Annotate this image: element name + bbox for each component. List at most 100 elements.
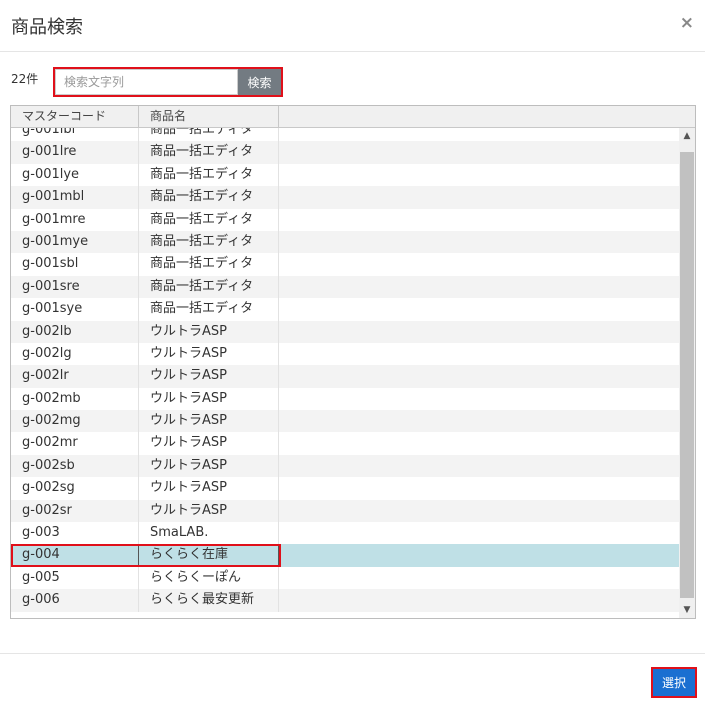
select-button[interactable]: 選択 — [653, 669, 695, 696]
column-header-empty — [279, 106, 695, 128]
cell-empty — [279, 231, 679, 253]
vertical-scrollbar[interactable]: ▲ ▼ — [679, 128, 695, 618]
cell-product-name: ウルトラASP — [139, 342, 279, 366]
search-button[interactable]: 検索 — [238, 69, 281, 95]
cell-master-code: g-002mg — [11, 410, 139, 433]
cell-empty — [279, 128, 679, 141]
table-row[interactable]: g-001lbl 商品一括エディタ — [11, 128, 679, 142]
table-row[interactable]: g-005 らくらくーぽん — [11, 566, 679, 590]
cell-empty — [279, 276, 679, 298]
table-row[interactable]: g-003 SmaLAB. — [11, 522, 679, 545]
table-row[interactable]: g-001sre 商品一括エディタ — [11, 275, 679, 299]
cell-empty — [279, 455, 679, 477]
cell-empty — [279, 500, 679, 522]
cell-empty — [279, 522, 679, 544]
cell-product-name: ウルトラASP — [139, 477, 279, 500]
cell-master-code: g-004 — [11, 544, 139, 567]
table-row[interactable]: g-001lye 商品一括エディタ — [11, 163, 679, 187]
cell-master-code: g-001sbl — [11, 253, 139, 276]
cell-empty — [279, 164, 679, 186]
scroll-thumb[interactable] — [680, 152, 694, 598]
table-row[interactable]: g-001mye 商品一括エディタ — [11, 230, 679, 254]
cell-master-code: g-001lbl — [11, 128, 139, 142]
cell-product-name: SmaLAB. — [139, 522, 279, 545]
table-row[interactable]: g-001mre 商品一括エディタ — [11, 208, 679, 231]
cell-master-code: g-002sb — [11, 454, 139, 478]
cell-product-name: らくらく在庫 — [139, 544, 279, 567]
cell-product-name: 商品一括エディタ — [139, 275, 279, 299]
cell-empty — [279, 410, 679, 432]
cell-product-name: らくらくーぽん — [139, 566, 279, 590]
cell-product-name: 商品一括エディタ — [139, 163, 279, 187]
table-row[interactable]: g-001mbl 商品一括エディタ — [11, 186, 679, 209]
cell-master-code: g-001lye — [11, 163, 139, 187]
cell-product-name: 商品一括エディタ — [139, 128, 279, 142]
grid-header: マスターコード 商品名 — [11, 106, 695, 128]
table-row[interactable]: g-002sg ウルトラASP — [11, 477, 679, 500]
cell-master-code: g-002lg — [11, 342, 139, 366]
cell-empty — [279, 298, 679, 320]
cell-product-name: 商品一括エディタ — [139, 186, 279, 209]
result-count: 22件 — [11, 72, 39, 86]
cell-product-name: ウルトラASP — [139, 320, 279, 343]
cell-product-name: ウルトラASP — [139, 432, 279, 455]
cell-master-code: g-002mb — [11, 387, 139, 411]
search-input[interactable] — [55, 69, 238, 95]
cell-empty — [279, 253, 679, 275]
cell-master-code: g-001sre — [11, 275, 139, 299]
product-grid: マスターコード 商品名 g-001lbl 商品一括エディタ g-001lre 商品一括… — [10, 105, 696, 619]
table-row[interactable]: g-002mr ウルトラASP — [11, 432, 679, 455]
cell-master-code: g-001mye — [11, 230, 139, 254]
cell-product-name: ウルトラASP — [139, 454, 279, 478]
cell-product-name: 商品一括エディタ — [139, 141, 279, 164]
table-row[interactable]: g-001lre 商品一括エディタ — [11, 141, 679, 164]
cell-master-code: g-002lb — [11, 320, 139, 343]
cell-master-code: g-002sr — [11, 499, 139, 523]
cell-master-code: g-002lr — [11, 365, 139, 388]
grid-body: g-001lbl 商品一括エディタ g-001lre 商品一括エディタ g-001lye… — [11, 128, 679, 618]
cell-product-name: らくらく最安更新 — [139, 589, 279, 612]
cell-master-code: g-003 — [11, 522, 139, 545]
table-row[interactable]: g-002lr ウルトラASP — [11, 365, 679, 388]
dialog-footer — [0, 653, 705, 708]
table-row[interactable]: g-001sbl 商品一括エディタ — [11, 253, 679, 276]
cell-product-name: 商品一括エディタ — [139, 230, 279, 254]
table-row[interactable]: g-004 らくらく在庫 — [11, 544, 679, 567]
close-button[interactable]: × — [680, 14, 694, 32]
grid-rows: g-001lbl 商品一括エディタ g-001lre 商品一括エディタ g-001lye… — [11, 128, 679, 612]
search-group: 検索 — [53, 67, 283, 97]
table-row[interactable]: g-002mb ウルトラASP — [11, 387, 679, 411]
cell-master-code: g-006 — [11, 589, 139, 612]
select-button-group: 選択 — [651, 667, 697, 698]
chevron-down-icon[interactable]: ▼ — [679, 602, 695, 618]
table-row[interactable]: g-002lb ウルトラASP — [11, 320, 679, 343]
cell-product-name: 商品一括エディタ — [139, 253, 279, 276]
cell-empty — [279, 567, 679, 589]
cell-empty — [279, 186, 679, 208]
cell-empty — [279, 141, 679, 163]
cell-product-name: ウルトラASP — [139, 499, 279, 523]
chevron-up-icon[interactable]: ▲ — [679, 128, 695, 144]
column-header-master-code[interactable]: マスターコード — [11, 106, 139, 128]
table-row[interactable]: g-002lg ウルトラASP — [11, 342, 679, 366]
cell-empty — [279, 544, 679, 566]
table-row[interactable]: g-002mg ウルトラASP — [11, 410, 679, 433]
cell-empty — [279, 321, 679, 343]
cell-empty — [279, 477, 679, 499]
column-header-product-name[interactable]: 商品名 — [139, 106, 279, 128]
dialog-title: 商品検索 — [11, 17, 83, 38]
cell-empty — [279, 365, 679, 387]
table-row[interactable]: g-002sb ウルトラASP — [11, 454, 679, 478]
table-row[interactable]: g-006 らくらく最安更新 — [11, 589, 679, 612]
cell-product-name: ウルトラASP — [139, 387, 279, 411]
cell-master-code: g-005 — [11, 566, 139, 590]
dialog-header: 商品検索 × — [0, 0, 705, 52]
cell-master-code: g-001mre — [11, 208, 139, 231]
cell-empty — [279, 432, 679, 454]
table-row[interactable]: g-002sr ウルトラASP — [11, 499, 679, 523]
table-row[interactable]: g-001sye 商品一括エディタ — [11, 298, 679, 321]
cell-master-code: g-001lre — [11, 141, 139, 164]
cell-master-code: g-001mbl — [11, 186, 139, 209]
cell-empty — [279, 388, 679, 410]
cell-master-code: g-002sg — [11, 477, 139, 500]
